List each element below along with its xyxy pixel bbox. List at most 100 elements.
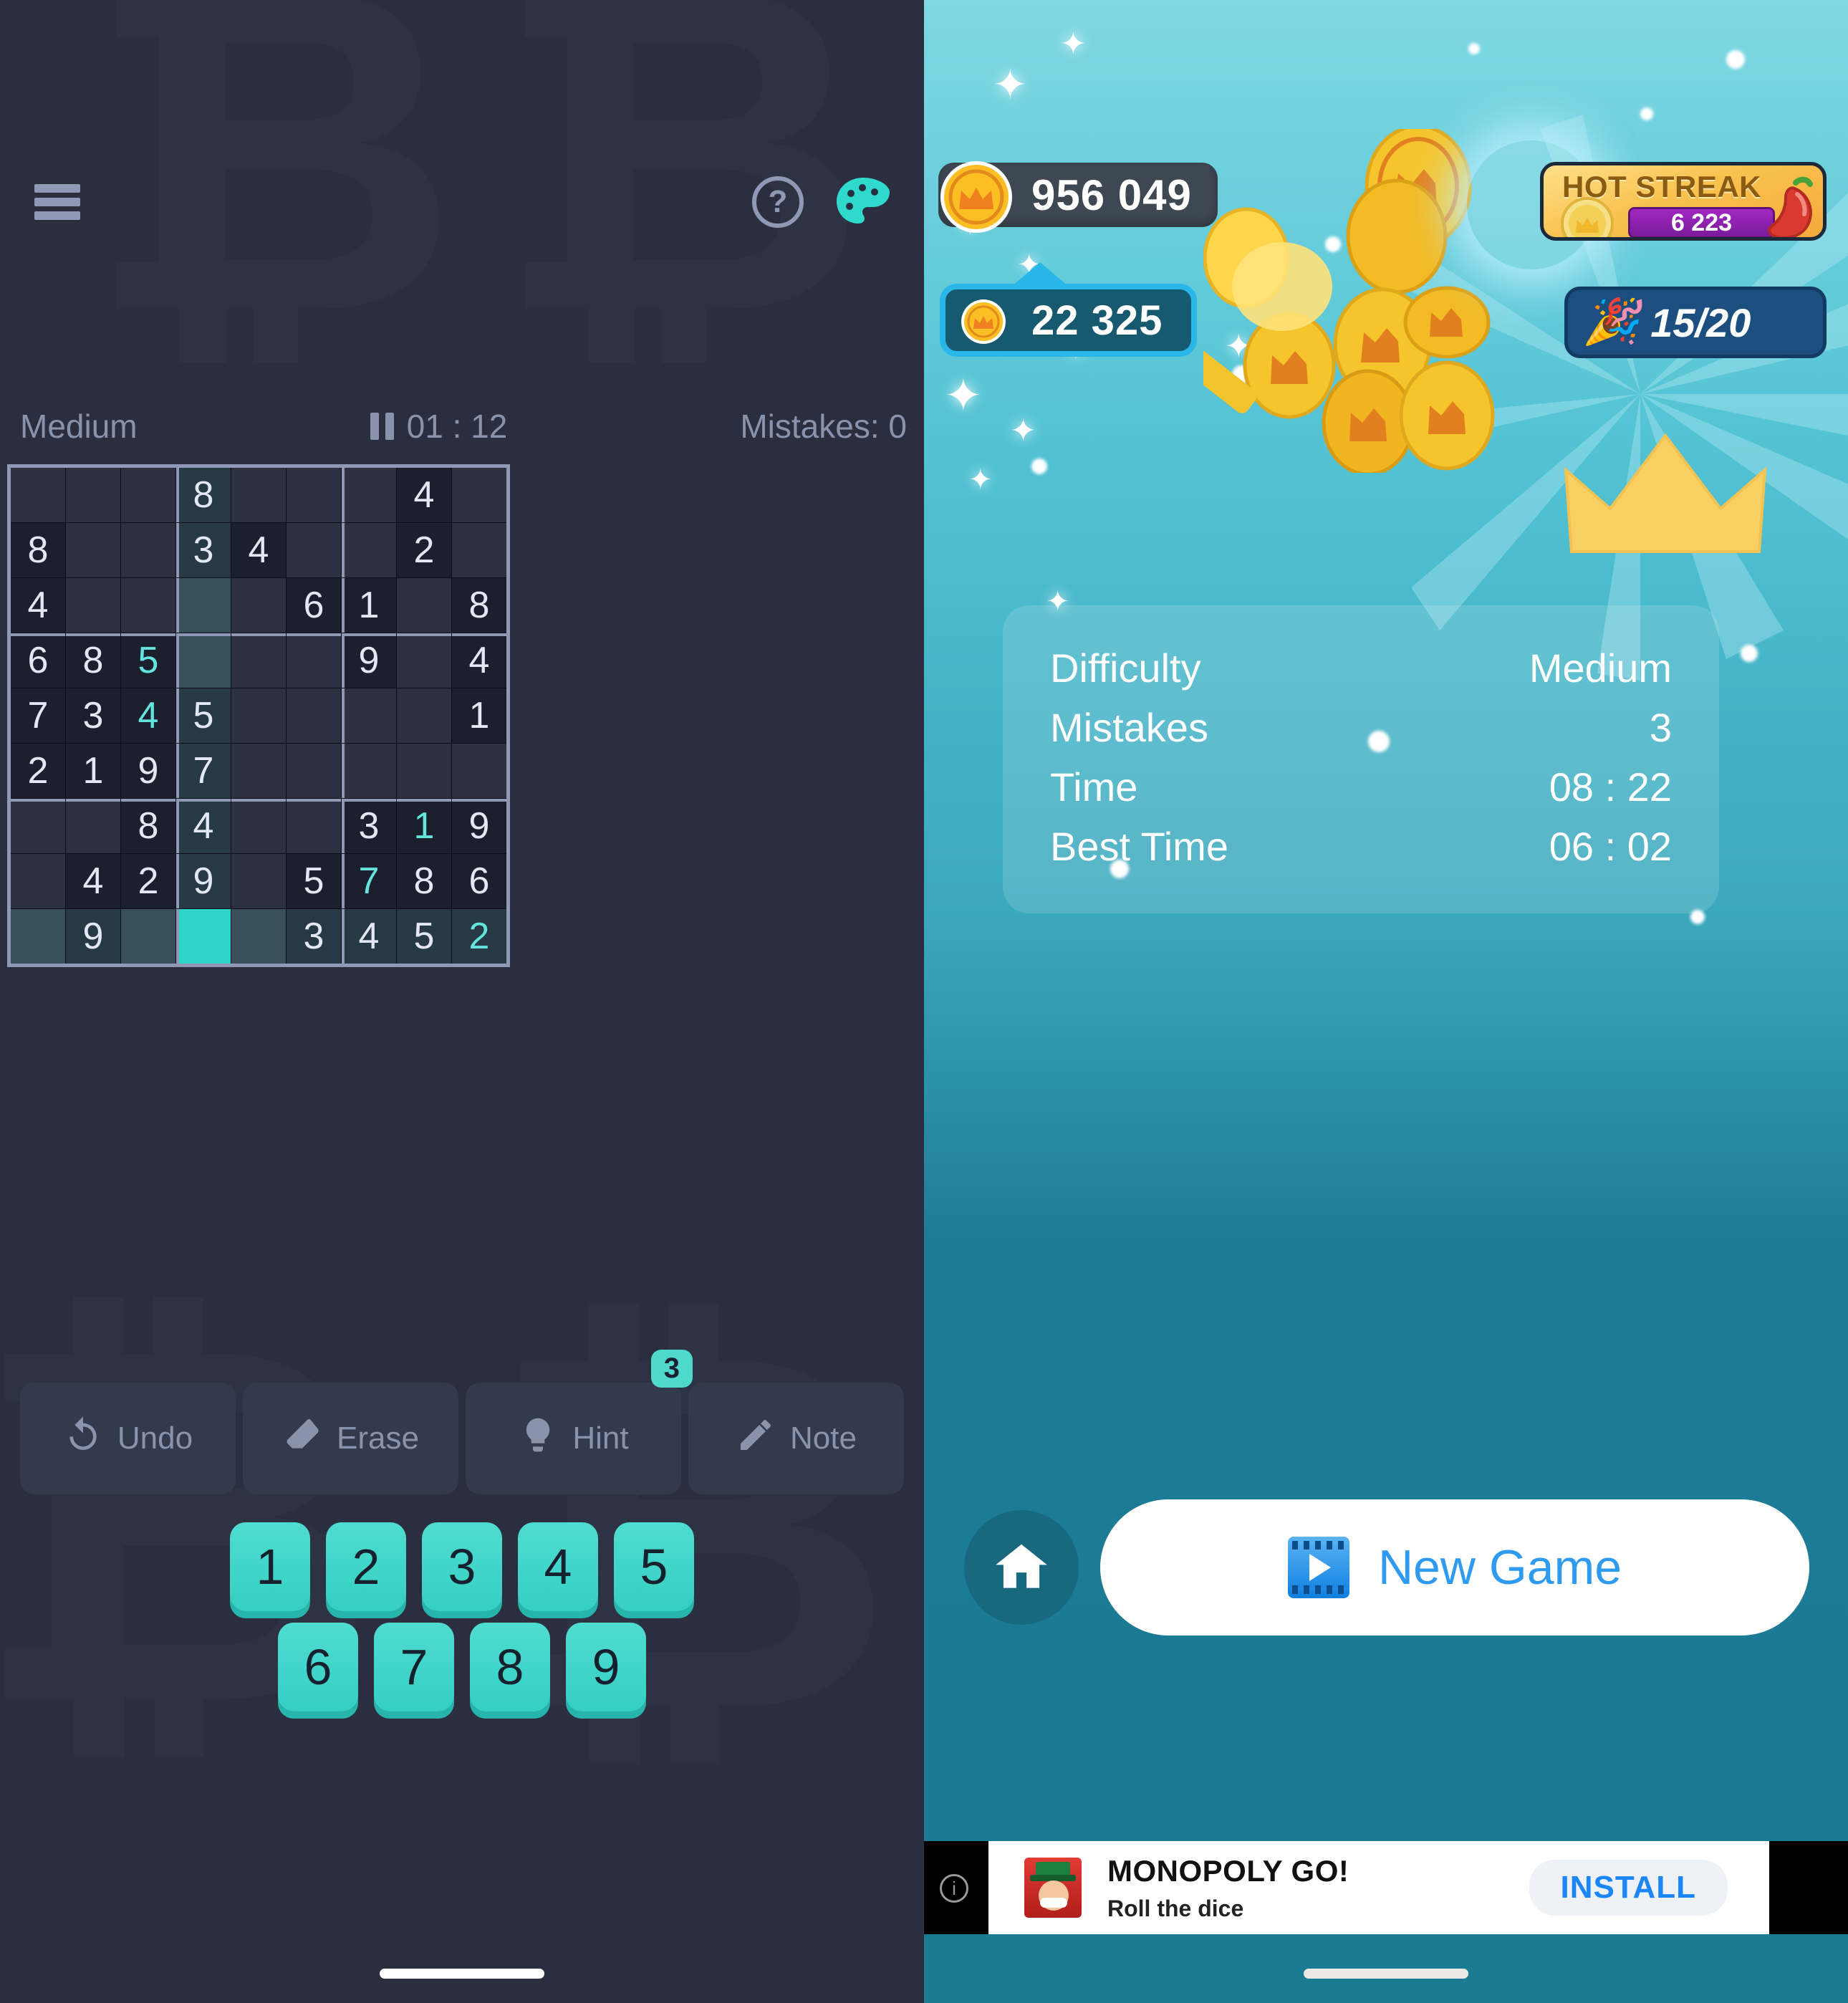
sudoku-cell-r2c6[interactable] bbox=[287, 523, 341, 577]
sudoku-cell-r7c3[interactable]: 8 bbox=[121, 799, 175, 853]
sudoku-cell-r2c9[interactable] bbox=[452, 523, 506, 577]
sudoku-cell-r1c2[interactable] bbox=[66, 468, 120, 522]
number-key-1[interactable]: 1 bbox=[230, 1522, 310, 1611]
sudoku-cell-r9c9[interactable]: 2 bbox=[452, 909, 506, 964]
ad-install-button[interactable]: INSTALL bbox=[1529, 1860, 1728, 1916]
sudoku-cell-r7c7[interactable]: 3 bbox=[342, 799, 396, 853]
sudoku-cell-r7c6[interactable] bbox=[287, 799, 341, 853]
sudoku-cell-r6c9[interactable] bbox=[452, 744, 506, 798]
new-game-button[interactable]: New Game bbox=[1100, 1499, 1809, 1635]
ad-content[interactable]: MONOPOLY GO! Roll the dice INSTALL bbox=[988, 1841, 1769, 1934]
sudoku-cell-r5c2[interactable]: 3 bbox=[66, 688, 120, 743]
sudoku-cell-r3c5[interactable] bbox=[231, 578, 286, 633]
sudoku-cell-r6c8[interactable] bbox=[397, 744, 451, 798]
question-mark-icon[interactable]: ? bbox=[752, 176, 804, 228]
number-key-2[interactable]: 2 bbox=[326, 1522, 406, 1611]
sudoku-cell-r7c9[interactable]: 9 bbox=[452, 799, 506, 853]
sudoku-cell-r2c5[interactable]: 4 bbox=[231, 523, 286, 577]
pause-icon[interactable] bbox=[370, 413, 394, 440]
sudoku-cell-r4c4[interactable] bbox=[176, 633, 231, 688]
hamburger-menu-icon[interactable] bbox=[34, 184, 80, 220]
sudoku-cell-r6c5[interactable] bbox=[231, 744, 286, 798]
coin-earned-counter[interactable]: 22 325 bbox=[940, 262, 1198, 360]
sudoku-cell-r5c6[interactable] bbox=[287, 688, 341, 743]
hint-button[interactable]: Hint 3 bbox=[466, 1350, 693, 1494]
number-key-3[interactable]: 3 bbox=[422, 1522, 502, 1611]
sudoku-cell-r5c3[interactable]: 4 bbox=[121, 688, 175, 743]
sudoku-cell-r3c4[interactable] bbox=[176, 578, 231, 633]
sudoku-cell-r9c8[interactable]: 5 bbox=[397, 909, 451, 964]
sudoku-cell-r5c5[interactable] bbox=[231, 688, 286, 743]
note-button[interactable]: Note bbox=[688, 1383, 904, 1494]
sudoku-cell-r9c2[interactable]: 9 bbox=[66, 909, 120, 964]
sudoku-cell-r4c8[interactable] bbox=[397, 633, 451, 688]
sudoku-cell-r5c9[interactable]: 1 bbox=[452, 688, 506, 743]
sudoku-cell-r7c5[interactable] bbox=[231, 799, 286, 853]
level-progress-badge[interactable]: 🎉 15/20 bbox=[1564, 287, 1827, 358]
sudoku-cell-r1c9[interactable] bbox=[452, 468, 506, 522]
palette-icon[interactable] bbox=[835, 176, 891, 228]
sudoku-cell-r6c6[interactable] bbox=[287, 744, 341, 798]
sudoku-cell-r4c6[interactable] bbox=[287, 633, 341, 688]
sudoku-cell-r1c6[interactable] bbox=[287, 468, 341, 522]
sudoku-cell-r8c6[interactable]: 5 bbox=[287, 854, 341, 908]
sudoku-cell-r1c1[interactable] bbox=[11, 468, 65, 522]
sudoku-cell-r8c8[interactable]: 8 bbox=[397, 854, 451, 908]
sudoku-cell-r4c5[interactable] bbox=[231, 633, 286, 688]
number-key-6[interactable]: 6 bbox=[278, 1623, 358, 1711]
sudoku-cell-r4c1[interactable]: 6 bbox=[11, 633, 65, 688]
sudoku-cell-r3c2[interactable] bbox=[66, 578, 120, 633]
sudoku-cell-r7c2[interactable] bbox=[66, 799, 120, 853]
ad-info-icon[interactable]: i bbox=[940, 1874, 968, 1903]
sudoku-cell-r3c7[interactable]: 1 bbox=[342, 578, 396, 633]
sudoku-cell-r9c3[interactable] bbox=[121, 909, 175, 964]
number-key-8[interactable]: 8 bbox=[470, 1623, 550, 1711]
sudoku-cell-r1c8[interactable]: 4 bbox=[397, 468, 451, 522]
sudoku-cell-r3c1[interactable]: 4 bbox=[11, 578, 65, 633]
sudoku-cell-r1c5[interactable] bbox=[231, 468, 286, 522]
sudoku-cell-r2c8[interactable]: 2 bbox=[397, 523, 451, 577]
sudoku-cell-r4c2[interactable]: 8 bbox=[66, 633, 120, 688]
sudoku-cell-r1c3[interactable] bbox=[121, 468, 175, 522]
sudoku-cell-r9c6[interactable]: 3 bbox=[287, 909, 341, 964]
sudoku-cell-r6c1[interactable]: 2 bbox=[11, 744, 65, 798]
erase-button[interactable]: Erase bbox=[243, 1383, 458, 1494]
sudoku-cell-r1c7[interactable] bbox=[342, 468, 396, 522]
sudoku-cell-r9c1[interactable] bbox=[11, 909, 65, 964]
home-button[interactable] bbox=[964, 1510, 1079, 1625]
sudoku-cell-r2c4[interactable]: 3 bbox=[176, 523, 231, 577]
sudoku-cell-r7c4[interactable]: 4 bbox=[176, 799, 231, 853]
sudoku-cell-r9c4[interactable] bbox=[176, 909, 231, 964]
sudoku-cell-r6c3[interactable]: 9 bbox=[121, 744, 175, 798]
coin-total-counter[interactable]: 956 049 bbox=[938, 159, 1218, 233]
sudoku-cell-r4c7[interactable]: 9 bbox=[342, 633, 396, 688]
sudoku-cell-r2c3[interactable] bbox=[121, 523, 175, 577]
sudoku-cell-r8c2[interactable]: 4 bbox=[66, 854, 120, 908]
sudoku-cell-r7c8[interactable]: 1 bbox=[397, 799, 451, 853]
sudoku-cell-r2c2[interactable] bbox=[66, 523, 120, 577]
sudoku-board[interactable]: 8483424618685947345121978431942957869345… bbox=[7, 464, 510, 967]
sudoku-cell-r4c9[interactable]: 4 bbox=[452, 633, 506, 688]
number-key-7[interactable]: 7 bbox=[374, 1623, 454, 1711]
sudoku-cell-r9c5[interactable] bbox=[231, 909, 286, 964]
sudoku-cell-r8c1[interactable] bbox=[11, 854, 65, 908]
sudoku-cell-r5c8[interactable] bbox=[397, 688, 451, 743]
sudoku-cell-r7c1[interactable] bbox=[11, 799, 65, 853]
sudoku-cell-r5c4[interactable]: 5 bbox=[176, 688, 231, 743]
sudoku-cell-r2c7[interactable] bbox=[342, 523, 396, 577]
sudoku-cell-r8c4[interactable]: 9 bbox=[176, 854, 231, 908]
ad-banner[interactable]: i MONOPOLY GO! Roll the dice INSTALL bbox=[924, 1841, 1848, 1934]
sudoku-cell-r3c3[interactable] bbox=[121, 578, 175, 633]
sudoku-cell-r5c7[interactable] bbox=[342, 688, 396, 743]
undo-button[interactable]: Undo bbox=[20, 1383, 236, 1494]
hot-streak-badge[interactable]: HOT STREAK 6 223 bbox=[1540, 162, 1827, 241]
sudoku-cell-r6c7[interactable] bbox=[342, 744, 396, 798]
sudoku-cell-r8c7[interactable]: 7 bbox=[342, 854, 396, 908]
sudoku-cell-r5c1[interactable]: 7 bbox=[11, 688, 65, 743]
sudoku-cell-r1c4[interactable]: 8 bbox=[176, 468, 231, 522]
sudoku-cell-r3c6[interactable]: 6 bbox=[287, 578, 341, 633]
sudoku-cell-r6c4[interactable]: 7 bbox=[176, 744, 231, 798]
number-key-4[interactable]: 4 bbox=[518, 1522, 598, 1611]
sudoku-cell-r6c2[interactable]: 1 bbox=[66, 744, 120, 798]
sudoku-cell-r3c9[interactable]: 8 bbox=[452, 578, 506, 633]
